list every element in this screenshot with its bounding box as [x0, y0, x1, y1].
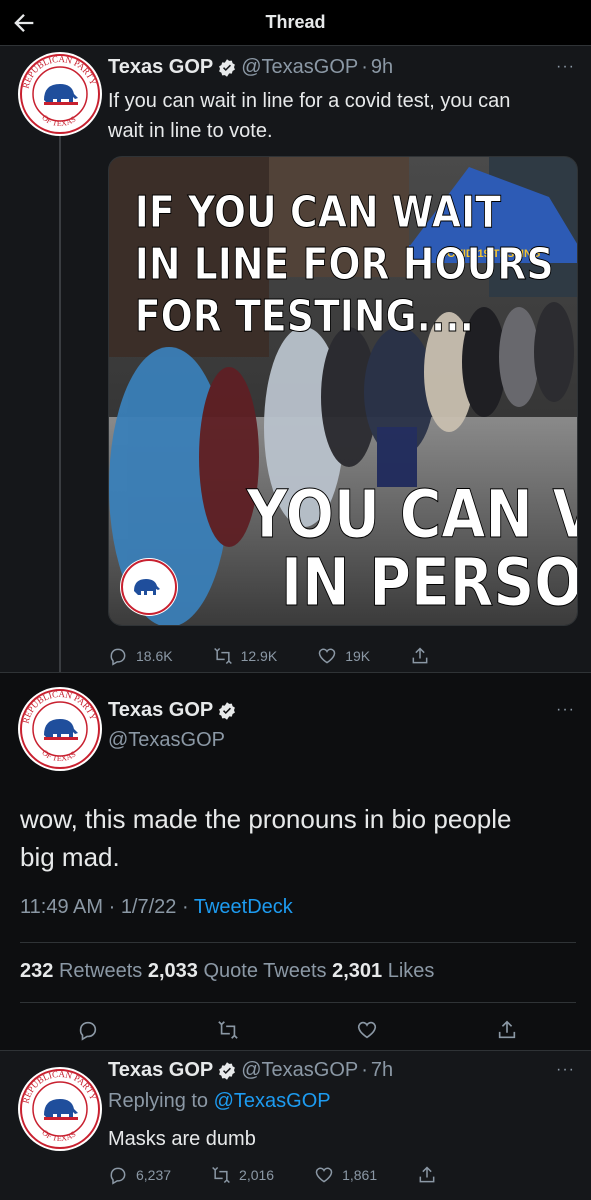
thread-header: Thread [0, 0, 591, 46]
focused-tweet-actions [0, 1016, 591, 1044]
page-title: Thread [265, 12, 326, 32]
tweet-time[interactable]: 9h [371, 56, 393, 79]
tweet-text: If you can wait in line for a covid test… [108, 86, 510, 146]
tweet-text-line: wow, this made the pronouns in bio peopl… [20, 804, 512, 834]
share-icon [419, 1166, 435, 1183]
reply-button[interactable]: 6,237 [108, 1165, 171, 1185]
tweet-text-line: big mad. [20, 842, 120, 872]
retweet-button[interactable]: 2,016 [211, 1165, 274, 1185]
verified-badge-icon [219, 58, 236, 77]
author-name[interactable]: Texas GOP [108, 1059, 213, 1082]
divider [20, 1002, 576, 1003]
tweet-date[interactable]: 1/7/22 [121, 896, 177, 918]
reply-count: 18.6K [136, 648, 173, 664]
replying-to-handle-link[interactable]: @TexasGOP [214, 1090, 331, 1112]
caption-line: FOR TESTING.... [135, 290, 474, 341]
quotes-stat[interactable]: 2,033 Quote Tweets [148, 960, 327, 982]
verified-badge-icon [219, 701, 236, 720]
tweet-author-row: Texas GOP @TexasGOP · 7h [108, 1059, 393, 1082]
retweet-count: 12.9K [240, 648, 278, 664]
tweet-text-line: wait in line to vote. [108, 120, 273, 142]
watermark-logo-icon [120, 558, 178, 616]
republican-party-texas-logo-icon: REPUBLICAN PARTY OF TEXAS [19, 53, 101, 135]
tweet-timestamp[interactable]: 11:49 AM [20, 896, 103, 918]
republican-party-texas-logo-icon: REPUBLICAN PARTY OF TEXAS [19, 688, 101, 770]
reply-count: 6,237 [136, 1167, 172, 1183]
divider [20, 942, 576, 943]
republican-party-texas-logo-icon: REPUBLICAN PARTY OF TEXAS [19, 1068, 101, 1150]
retweet-count: 2,016 [239, 1167, 275, 1183]
retweets-stat[interactable]: 232 Retweets [20, 960, 142, 982]
verified-badge-icon [219, 1061, 236, 1080]
tweet-1[interactable]: REPUBLICAN PARTY OF TEXAS Texas GOP @Tex… [0, 46, 591, 672]
likes-stat[interactable]: 2,301 Likes [332, 960, 434, 982]
tweet-source-link[interactable]: TweetDeck [194, 896, 293, 918]
avatar[interactable]: REPUBLICAN PARTY OF TEXAS [18, 687, 102, 771]
tweet-image[interactable]: COVID-19 TESTING IF YOU CAN WAIT IN LINE… [108, 156, 578, 626]
more-options-icon[interactable]: ··· [556, 58, 575, 76]
tweet-actions: 18.6K 12.9K 19K [108, 646, 478, 666]
replying-to: Replying to @TexasGOP [108, 1090, 331, 1112]
tweet-author-row: Texas GOP @TexasGOP · 9h [108, 56, 393, 79]
share-button[interactable] [417, 1165, 445, 1185]
caption-line: IF YOU CAN WAIT [135, 186, 501, 237]
caption-line: IN PERSON [281, 544, 578, 621]
like-count: 19K [345, 648, 371, 664]
thread-connector-line [59, 132, 61, 672]
retweet-icon[interactable] [217, 1019, 239, 1041]
caption-line: YOU CAN VOTE [246, 476, 578, 553]
author-name[interactable]: Texas GOP [108, 56, 213, 79]
like-button[interactable]: 1,861 [314, 1165, 377, 1185]
reply-icon [110, 1167, 126, 1185]
avatar[interactable]: REPUBLICAN PARTY OF TEXAS [18, 1067, 102, 1151]
reply-icon [110, 648, 126, 666]
tweet-time[interactable]: 7h [371, 1059, 393, 1082]
share-icon [412, 647, 428, 664]
tweet-text: Masks are dumb [108, 1128, 256, 1150]
caption-line: IN LINE FOR HOURS [135, 238, 554, 289]
retweet-icon [213, 647, 232, 665]
more-options-icon[interactable]: ··· [556, 701, 575, 719]
tweet-actions: 6,237 2,016 1,861 [108, 1165, 485, 1185]
tweet-meta: 11:49 AM · 1/7/22 · TweetDeck [20, 896, 293, 918]
author-handle[interactable]: @TexasGOP [108, 729, 225, 752]
avatar[interactable]: REPUBLICAN PARTY OF TEXAS [18, 52, 102, 136]
reply-button[interactable]: 18.6K [108, 646, 173, 666]
like-button[interactable]: 19K [317, 646, 370, 666]
heart-icon[interactable] [356, 1019, 378, 1041]
like-count: 1,861 [342, 1167, 378, 1183]
author-handle[interactable]: @TexasGOP [241, 56, 358, 79]
meme-image: COVID-19 TESTING IF YOU CAN WAIT IN LINE… [109, 157, 578, 625]
retweet-icon [212, 1166, 230, 1184]
separator-dot: · [361, 1059, 368, 1081]
heart-icon [315, 1167, 333, 1183]
separator-dot: · [361, 56, 368, 78]
share-icon[interactable] [496, 1019, 518, 1041]
tweet-text-line: If you can wait in line for a covid test… [108, 90, 511, 112]
retweet-button[interactable]: 12.9K [213, 646, 278, 666]
reply-icon[interactable] [77, 1019, 99, 1041]
heart-icon [318, 648, 336, 664]
share-button[interactable] [410, 646, 438, 666]
author-name[interactable]: Texas GOP [108, 699, 213, 722]
tweet-author-row: Texas GOP [108, 699, 241, 722]
tweet-stats: 232 Retweets 2,033 Quote Tweets 2,301 Li… [20, 960, 434, 983]
more-options-icon[interactable]: ··· [556, 1061, 575, 1079]
author-handle[interactable]: @TexasGOP [241, 1059, 358, 1082]
tweet-text: wow, this made the pronouns in bio peopl… [20, 800, 571, 876]
